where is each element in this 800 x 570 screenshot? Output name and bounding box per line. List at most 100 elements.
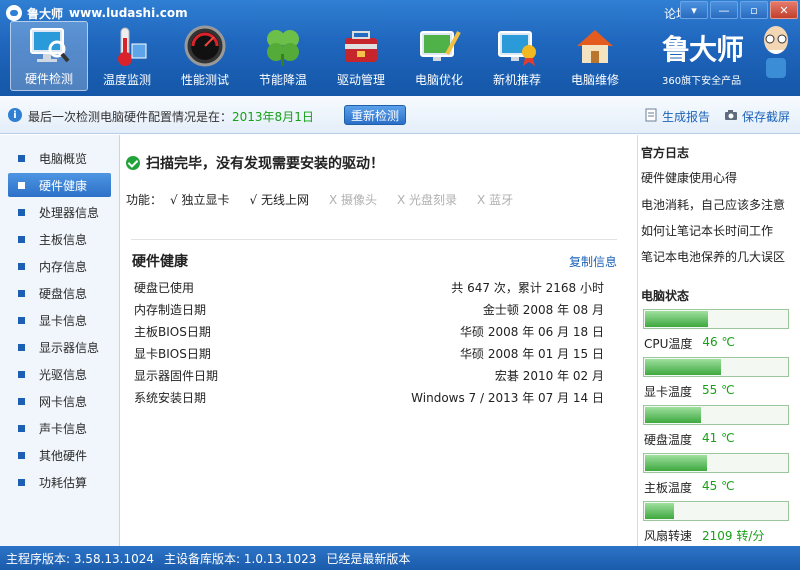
sidebar-item-hardware-health[interactable]: 硬件健康 (8, 173, 111, 197)
log-link[interactable]: 电池消耗，自己应该多注意 (641, 196, 785, 213)
gauge-fill (645, 455, 707, 471)
gauge-value: 55 ℃ (702, 383, 735, 397)
sidebar-item-display[interactable]: 显示器信息 (8, 335, 111, 359)
sidebar-item-label: 功耗估算 (39, 475, 88, 490)
menu-dropdown-button[interactable]: ▾ (680, 1, 708, 19)
minimize-button[interactable]: — (710, 1, 738, 19)
brand-subtitle: 360旗下安全产品 (662, 76, 742, 87)
save-screenshot-label: 保存截屏 (742, 110, 791, 124)
table-row: 系统安装日期 Windows 7 / 2013 年 07 月 14 日 (134, 386, 604, 408)
house-icon (573, 24, 617, 68)
row-value: 宏碁 2010 年 02 月 (494, 368, 604, 383)
sidebar-item-motherboard[interactable]: 主板信息 (8, 227, 111, 251)
table-row: 显示器固件日期 宏碁 2010 年 02 月 (134, 364, 604, 386)
fan-speed-gauge (643, 501, 789, 521)
sidebar-item-label: 声卡信息 (39, 421, 88, 436)
copy-info-link[interactable]: 复制信息 (569, 253, 617, 270)
clover-icon (261, 24, 305, 68)
gauge-name: CPU温度 (644, 337, 693, 351)
detection-status-bar: i 最后一次检测电脑硬件配置情况是在：2013年8月1日 重新检测 生成报告 保… (0, 96, 800, 134)
nav-energy-saving[interactable]: 节能降温 (244, 21, 322, 91)
nav-new-machine[interactable]: 新机推荐 (478, 21, 556, 91)
update-status: 已经是最新版本 (326, 551, 411, 566)
window-controls: ▾ — ▫ ✕ (678, 1, 798, 19)
gauge-value: 46 ℃ (702, 335, 735, 349)
gauge-name: 风扇转速 (644, 529, 693, 543)
sidebar-item-label: 网卡信息 (39, 394, 88, 409)
bullet-icon (18, 208, 25, 216)
gauge-fill (645, 359, 722, 375)
app-url: www.ludashi.com (69, 6, 188, 20)
footer-status-bar: 主程序版本: 3.58.13.1024 主设备库版本: 1.0.13.1023 … (0, 546, 800, 570)
bullet-icon (18, 478, 25, 486)
gauge-value: 41 ℃ (702, 431, 735, 445)
brand-area: 鲁大师 360旗下安全产品 (658, 24, 798, 90)
nav-optimize[interactable]: 电脑优化 (400, 21, 478, 91)
sidebar-item-network[interactable]: 网卡信息 (8, 389, 111, 413)
sidebar-item-sound[interactable]: 声卡信息 (8, 416, 111, 440)
bullet-icon (18, 316, 25, 324)
nav-hardware-check[interactable]: 硬件检测 (10, 21, 88, 91)
log-link[interactable]: 笔记本电池保养的几大误区 (641, 248, 785, 265)
feature-item: X 蓝牙 (477, 193, 514, 207)
sidebar-item-label: 处理器信息 (39, 205, 100, 220)
sidebar-item-overview[interactable]: 电脑概览 (8, 146, 111, 170)
row-value: Windows 7 / 2013 年 07 月 14 日 (411, 390, 604, 405)
feature-list: 功能： √ 独立显卡 √ 无线上网 X 摄像头 X 光盘刻录 X 蓝牙 (126, 191, 533, 208)
generate-report-label: 生成报告 (662, 110, 711, 124)
cpu-temp-label: CPU温度 46 ℃ (644, 335, 735, 352)
nav-label: 温度监测 (102, 73, 151, 87)
sidebar-item-power[interactable]: 功耗估算 (8, 470, 111, 494)
nav-temperature[interactable]: 温度监测 (88, 21, 166, 91)
disk-temp-label: 硬盘温度 41 ℃ (644, 431, 735, 448)
sidebar-item-disk[interactable]: 硬盘信息 (8, 281, 111, 305)
feature-item: X 摄像头 (328, 193, 377, 207)
nav-label: 硬件检测 (24, 72, 73, 86)
save-screenshot-link[interactable]: 保存截屏 (724, 108, 790, 125)
row-value: 华硕 2008 年 06 月 18 日 (460, 324, 604, 339)
table-row: 内存制造日期 金士顿 2008 年 08 月 (134, 298, 604, 320)
recheck-button[interactable]: 重新检测 (344, 105, 406, 125)
log-link[interactable]: 硬件健康使用心得 (641, 169, 737, 186)
row-value: 共 647 次，累计 2168 小时 (451, 280, 604, 295)
sidebar-item-memory[interactable]: 内存信息 (8, 254, 111, 278)
gauge-fill (645, 311, 709, 327)
generate-report-link[interactable]: 生成报告 (644, 108, 710, 125)
bullet-icon (18, 289, 25, 297)
feature-item: X 光盘刻录 (397, 193, 458, 207)
maximize-button[interactable]: ▫ (740, 1, 768, 19)
nav-driver-manager[interactable]: 驱动管理 (322, 21, 400, 91)
row-value: 金士顿 2008 年 08 月 (482, 302, 604, 317)
nav-label: 驱动管理 (336, 73, 385, 87)
sidebar-item-label: 电脑概览 (39, 151, 88, 166)
bullet-icon (18, 235, 25, 243)
gauge-fill (645, 503, 674, 519)
nav-label: 电脑优化 (414, 73, 463, 87)
row-label: 硬盘已使用 (134, 280, 195, 295)
scan-message: 扫描完毕，没有发现需要安装的驱动！ (146, 156, 384, 172)
features-label: 功能： (126, 193, 163, 207)
sidebar-item-other[interactable]: 其他硬件 (8, 443, 111, 467)
thermometer-icon (105, 24, 149, 68)
nav-performance[interactable]: 性能测试 (166, 21, 244, 91)
sidebar-item-optical[interactable]: 光驱信息 (8, 362, 111, 386)
table-row: 主板BIOS日期 华硕 2008 年 06 月 18 日 (134, 320, 604, 342)
nav-label: 节能降温 (258, 73, 307, 87)
nav-repair[interactable]: 电脑维修 (556, 21, 634, 91)
report-icon (644, 108, 658, 125)
monitor-brush-icon (417, 24, 461, 68)
sidebar: 电脑概览 硬件健康 处理器信息 主板信息 内存信息 硬盘信息 显卡信息 显示器信… (0, 135, 120, 546)
main-version: 主程序版本: 3.58.13.1024 (6, 551, 155, 566)
db-version: 主设备库版本: 1.0.13.1023 (164, 551, 317, 566)
row-value: 华硕 2008 年 01 月 15 日 (460, 346, 604, 361)
divider (131, 239, 617, 240)
sidebar-item-label: 显卡信息 (39, 313, 88, 328)
app-logo-icon (6, 5, 22, 21)
board-temp-label: 主板温度 45 ℃ (644, 479, 735, 496)
log-link[interactable]: 如何让笔记本长时间工作 (641, 222, 773, 239)
sidebar-item-label: 内存信息 (39, 259, 88, 274)
sidebar-item-cpu[interactable]: 处理器信息 (8, 200, 111, 224)
sidebar-item-graphics[interactable]: 显卡信息 (8, 308, 111, 332)
close-button[interactable]: ✕ (770, 1, 798, 19)
nav-label: 新机推荐 (492, 73, 541, 87)
